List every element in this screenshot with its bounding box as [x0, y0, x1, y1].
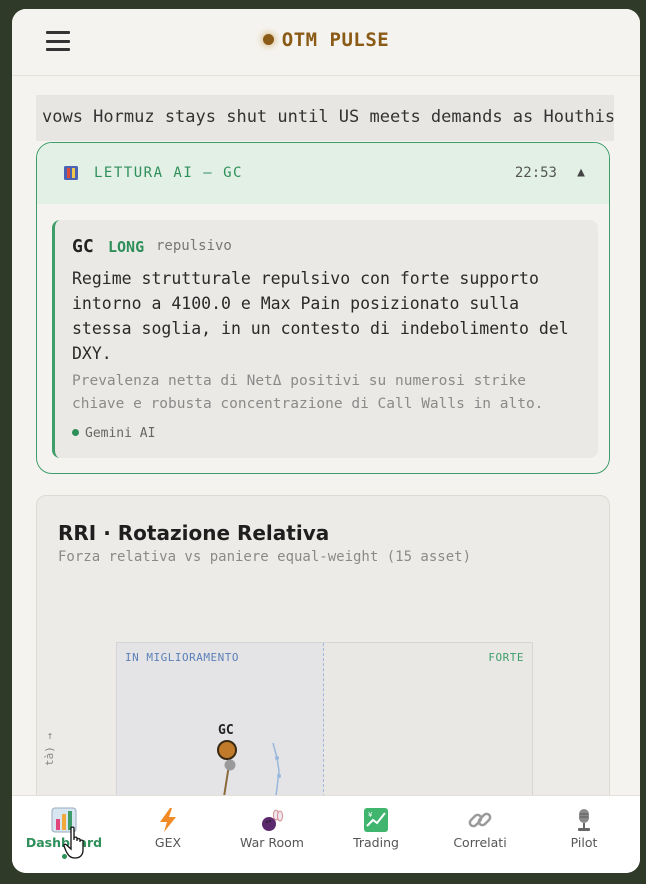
ai-reading-header[interactable]: LETTURA AI — GC 22:53 ▲: [37, 143, 609, 204]
chain-link-icon: [468, 812, 492, 828]
ai-source: Gemini AI: [72, 426, 155, 441]
source-dot-icon: [72, 429, 79, 436]
news-ticker: vows Hormuz stays shut until US meets de…: [36, 95, 614, 141]
bowling-icon: [262, 809, 283, 831]
direction-badge: LONG: [108, 238, 145, 256]
nav-pilot[interactable]: Pilot: [532, 796, 636, 873]
ai-reading-time: 22:53: [514, 165, 557, 181]
nav-label: Correlati: [453, 835, 507, 850]
ai-source-label: Gemini AI: [85, 426, 156, 441]
ai-reading-card: LETTURA AI — GC 22:53 ▲ GC LONG repulsiv…: [36, 142, 610, 474]
ai-summary-text: Regime strutturale repulsivo con forte s…: [72, 269, 569, 363]
gc-point: [217, 740, 237, 760]
nav-war-room[interactable]: War Room: [220, 796, 324, 873]
ai-reading-body: GC LONG repulsivo Regime strutturale rep…: [52, 220, 598, 458]
lightning-icon: [160, 808, 176, 832]
brand-dot-icon: [262, 34, 274, 45]
bottom-nav: Dashboard GEX War Room ¥ Trading Correla…: [12, 795, 640, 873]
ai-detail-text: Prevalenza netta di NetΔ positivi su num…: [72, 373, 544, 412]
hand-pointer-cursor-icon: [63, 826, 84, 859]
nav-label: Trading: [353, 835, 399, 850]
trend-chart-icon: ¥: [364, 808, 388, 832]
collapse-caret-icon[interactable]: ▲: [577, 165, 585, 180]
nav-correlati[interactable]: Correlati: [428, 796, 532, 873]
regime-label: repulsivo: [156, 238, 232, 254]
nav-trading[interactable]: ¥ Trading: [324, 796, 428, 873]
nav-label: War Room: [240, 835, 304, 850]
trail-point: [275, 756, 279, 760]
svg-text:¥: ¥: [368, 811, 373, 819]
app-title: OTM PULSE: [12, 29, 640, 51]
rri-y-axis-label: tà) →: [43, 732, 56, 766]
nav-label: Pilot: [570, 835, 598, 850]
microphone-icon: [578, 809, 590, 831]
gc-prev-point: [224, 759, 236, 771]
nav-gex[interactable]: GEX: [116, 796, 220, 873]
rri-subtitle: Forza relativa vs paniere equal-weight (…: [58, 549, 472, 565]
app-title-text: OTM PULSE: [281, 29, 390, 51]
news-ticker-text: vows Hormuz stays shut until US meets de…: [42, 107, 614, 127]
book-icon: [64, 166, 78, 180]
rri-title: RRI · Rotazione Relativa: [58, 521, 330, 545]
asset-symbol: GC: [72, 236, 94, 257]
ai-reading-title: LETTURA AI — GC: [94, 165, 243, 181]
other-asset-trail: [272, 742, 280, 804]
app-window: OTM PULSE vows Hormuz stays shut until U…: [12, 9, 640, 873]
trail-point: [277, 774, 281, 778]
nav-label: GEX: [154, 835, 182, 850]
app-header: OTM PULSE: [12, 9, 640, 76]
